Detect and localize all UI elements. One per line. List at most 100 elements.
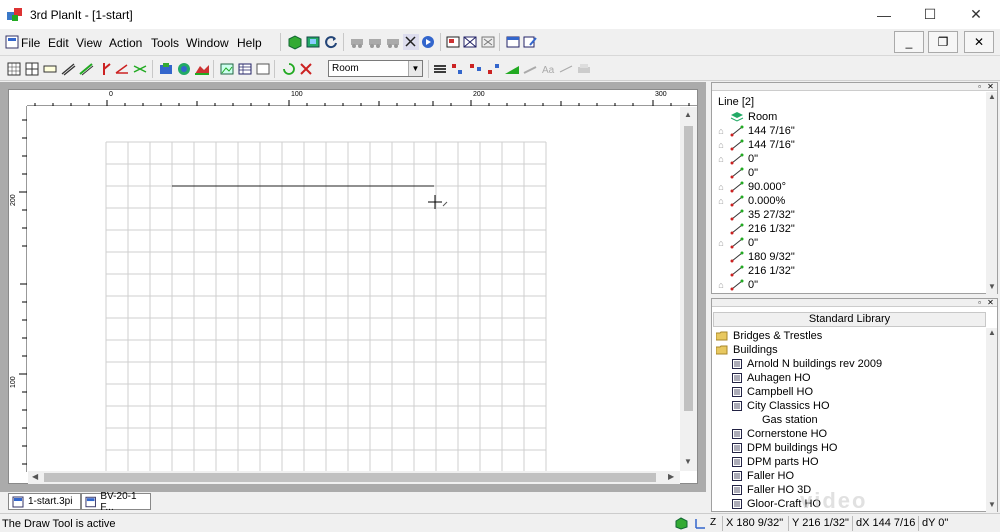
chevron-down-icon[interactable]: ▼ — [408, 61, 422, 76]
tile-icon[interactable] — [445, 34, 461, 50]
property-value[interactable]: 0.000% — [748, 195, 785, 207]
library-folder[interactable]: Bridges & Trestles — [716, 329, 822, 343]
pin-icon[interactable]: ▫ — [975, 83, 984, 91]
object-icon[interactable] — [158, 61, 174, 77]
property-row[interactable]: 216 1/32" — [716, 222, 795, 236]
lock-icon[interactable]: ⌂ — [716, 280, 726, 290]
close-icon[interactable]: ✕ — [986, 83, 995, 91]
lock-icon[interactable]: ⌂ — [716, 196, 726, 206]
lock-icon[interactable]: ⌂ — [716, 126, 726, 136]
lock-icon[interactable]: ⌂ — [716, 182, 726, 192]
elevation-icon[interactable] — [504, 61, 520, 77]
menu-help[interactable]: Help — [237, 36, 262, 50]
property-value[interactable]: 0" — [748, 153, 758, 165]
switch-icon[interactable] — [96, 61, 112, 77]
property-value[interactable]: 180 9/32" — [748, 251, 795, 263]
property-row[interactable]: ⌂ 0" — [716, 152, 758, 166]
track-icon[interactable] — [60, 61, 76, 77]
delete-icon[interactable] — [298, 61, 314, 77]
edit-icon[interactable] — [522, 34, 538, 50]
scenery-icon[interactable] — [176, 61, 192, 77]
run-icon[interactable] — [420, 34, 436, 50]
library-item[interactable]: Campbell HO — [732, 385, 813, 399]
refresh-icon[interactable] — [323, 34, 339, 50]
properties-scrollbar[interactable]: ▲ ▼ — [986, 92, 997, 294]
menu-edit[interactable]: Edit — [48, 36, 69, 50]
close-view-icon[interactable] — [480, 34, 496, 50]
axis-icon[interactable] — [694, 517, 707, 530]
line-style-icon[interactable] — [432, 61, 448, 77]
scroll-down-icon[interactable]: ▼ — [988, 282, 996, 291]
align-icon[interactable] — [450, 61, 466, 77]
panel-grip[interactable] — [712, 83, 997, 91]
property-row[interactable]: ⌂ 0.000% — [716, 194, 785, 208]
property-row[interactable]: 180 9/32" — [716, 250, 795, 264]
turnout-icon[interactable] — [114, 61, 130, 77]
property-value[interactable]: 0" — [748, 237, 758, 249]
mdi-minimize-button[interactable]: _ — [894, 31, 924, 53]
grid-icon[interactable] — [24, 61, 40, 77]
library-item[interactable]: DPM buildings HO — [732, 441, 837, 455]
property-row[interactable]: Room — [716, 110, 777, 124]
property-row[interactable]: ⌂ 0" — [716, 278, 758, 292]
property-value[interactable]: 144 7/16" — [748, 139, 795, 151]
horizontal-scrollbar[interactable]: ◀ ▶ — [28, 471, 680, 484]
property-value[interactable]: Room — [748, 111, 777, 123]
scroll-down-icon[interactable]: ▼ — [684, 457, 692, 466]
3d-view-icon[interactable] — [287, 34, 303, 50]
split-icon[interactable] — [462, 34, 478, 50]
grid-small-icon[interactable] — [6, 61, 22, 77]
library-item[interactable]: Arnold N buildings rev 2009 — [732, 357, 882, 371]
tab-bv-20-1[interactable]: BV-20-1 F... — [81, 491, 151, 513]
property-value[interactable]: 35 27/32" — [748, 209, 795, 221]
property-row[interactable]: ⌂ 0" — [716, 236, 758, 250]
lock-icon[interactable]: ⌂ — [716, 140, 726, 150]
tab-1-start[interactable]: 1-start.3pi — [8, 493, 81, 510]
scroll-up-icon[interactable]: ▲ — [684, 110, 692, 119]
picture-icon[interactable] — [255, 61, 271, 77]
lock-icon[interactable]: ⌂ — [716, 238, 726, 248]
scroll-right-icon[interactable]: ▶ — [668, 472, 674, 481]
property-value[interactable]: 0" — [748, 167, 758, 179]
property-row[interactable]: 0" — [716, 166, 758, 180]
property-row[interactable]: ⌂ 90.000° — [716, 180, 786, 194]
crossing-icon[interactable] — [132, 61, 148, 77]
property-row[interactable]: 216 1/32" — [716, 264, 795, 278]
menu-action[interactable]: Action — [109, 36, 142, 50]
image-icon[interactable] — [219, 61, 235, 77]
library-folder[interactable]: Buildings — [716, 343, 778, 357]
mdi-restore-button[interactable]: ❐ — [928, 31, 958, 53]
minimize-button[interactable]: — — [861, 0, 907, 29]
panel-grip[interactable] — [712, 299, 997, 307]
property-value[interactable]: 216 1/32" — [748, 265, 795, 277]
draw-tool-icon[interactable] — [403, 34, 419, 50]
library-item[interactable]: Auhagen HO — [732, 371, 811, 385]
mdi-close-button[interactable]: ✕ — [964, 31, 994, 53]
layer-select[interactable]: Room ▼ — [328, 60, 423, 77]
library-item[interactable]: Cornerstone HO — [732, 427, 827, 441]
scroll-thumb[interactable] — [684, 126, 693, 411]
properties-icon[interactable] — [505, 34, 521, 50]
library-item[interactable]: City Classics HO — [732, 399, 830, 413]
library-item[interactable]: Gas station — [762, 413, 818, 427]
table-icon[interactable] — [237, 61, 253, 77]
vertical-scrollbar[interactable]: ▲ ▼ — [680, 107, 697, 471]
scroll-left-icon[interactable]: ◀ — [32, 472, 38, 481]
property-value[interactable]: 90.000° — [748, 181, 786, 193]
property-row[interactable]: 35 27/32" — [716, 208, 795, 222]
close-button[interactable]: ✕ — [953, 0, 999, 29]
library-item[interactable]: DPM parts HO — [732, 455, 819, 469]
scroll-thumb[interactable] — [44, 473, 656, 482]
pin-icon[interactable]: ▫ — [975, 299, 984, 307]
scroll-down-icon[interactable]: ▼ — [988, 500, 996, 509]
render-icon[interactable] — [305, 34, 321, 50]
drawing-canvas[interactable] — [28, 107, 680, 471]
menu-file[interactable]: File — [21, 36, 40, 50]
flex-track-icon[interactable] — [78, 61, 94, 77]
lock-icon[interactable]: ⌂ — [716, 154, 726, 164]
maximize-button[interactable]: ☐ — [907, 0, 953, 29]
document-icon[interactable] — [5, 35, 19, 49]
align-icon[interactable] — [468, 61, 484, 77]
close-icon[interactable]: ✕ — [986, 299, 995, 307]
property-row[interactable]: ⌂ 144 7/16" — [716, 124, 794, 138]
